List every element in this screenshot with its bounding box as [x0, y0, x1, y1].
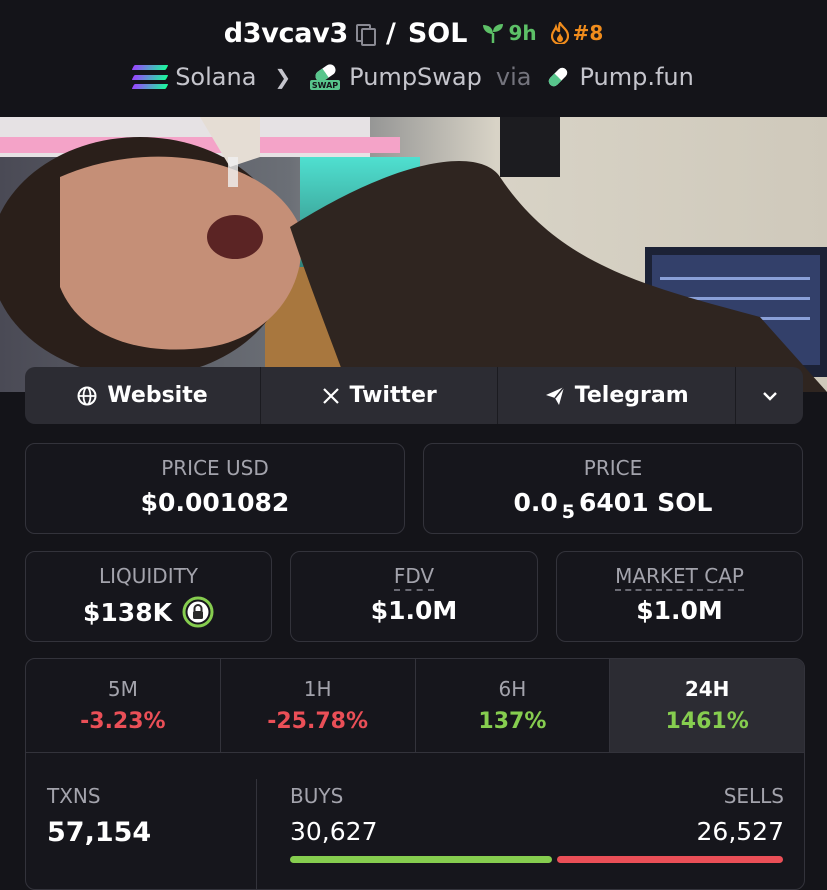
twitter-button[interactable]: Twitter [261, 367, 499, 424]
x-logo-icon [322, 387, 339, 404]
stats-panel: 5M -3.23% 1H -25.78% 6H 137% 24H 1461% T… [25, 658, 805, 890]
chevron-right-icon: ❯ [274, 65, 292, 89]
quote-symbol: SOL [407, 17, 468, 49]
lock-icon[interactable] [182, 596, 214, 628]
breadcrumb-chain[interactable]: Solana [175, 63, 256, 91]
breadcrumb-dex[interactable]: PumpSwap [349, 63, 482, 91]
pair-separator: / [385, 17, 396, 49]
liquidity-value-row: $138K [26, 596, 271, 628]
pumpswap-logo-icon: SWAP [310, 64, 341, 90]
tab-24h[interactable]: 24H 1461% [610, 659, 804, 752]
telegram-button[interactable]: Telegram [498, 367, 737, 424]
tab-1h[interactable]: 1H -25.78% [221, 659, 416, 752]
price-usd-label: PRICE USD [161, 456, 269, 480]
liquidity-value: $138K [83, 597, 172, 627]
price-native-label: PRICE [583, 456, 643, 480]
price-change: -3.23% [80, 709, 166, 734]
market-cap-card: MARKET CAP $1.0M [556, 551, 803, 642]
timeframe-label: 6H [498, 677, 527, 701]
sells-label: SELLS [723, 784, 784, 808]
solana-logo-icon [131, 65, 169, 89]
breadcrumb-via: via [495, 63, 532, 91]
buys-ratio-bar [290, 856, 552, 863]
timeframe-label: 24H [684, 677, 730, 701]
token-banner-image [0, 117, 827, 392]
twitter-label: Twitter [349, 383, 437, 408]
price-native-value: 0.0 5 6401 SOL [424, 488, 802, 523]
price-change: 1461% [665, 709, 749, 734]
website-button[interactable]: Website [25, 367, 262, 424]
price-native-digits: 6401 SOL [579, 488, 713, 517]
txns-value: 57,154 [47, 817, 152, 848]
price-usd-card: PRICE USD $0.001082 [25, 443, 405, 534]
fdv-value: $1.0M [370, 596, 458, 625]
chevron-down-icon [762, 391, 777, 401]
copy-icon[interactable] [355, 24, 376, 46]
social-links-bar: Website Twitter Telegram [25, 367, 803, 424]
globe-icon [77, 386, 97, 405]
svg-text:SWAP: SWAP [312, 81, 338, 90]
price-native-zero-count: 5 [561, 500, 576, 523]
price-change: 137% [478, 709, 547, 734]
sells-value: 26,527 [696, 817, 784, 846]
liquidity-card: LIQUIDITY $138K [25, 551, 272, 642]
tab-6h[interactable]: 6H 137% [416, 659, 611, 752]
breadcrumb: Solana ❯ SWAP PumpSwap via Pump.fun [0, 60, 827, 94]
timeframe-label: 1H [303, 677, 332, 701]
banner-photo [0, 117, 827, 392]
tab-5m[interactable]: 5M -3.23% [26, 659, 221, 752]
fdv-label[interactable]: FDV [393, 564, 435, 591]
stats-divider [256, 779, 257, 889]
sprout-icon [483, 24, 504, 43]
paper-plane-icon [545, 386, 565, 405]
pumpfun-logo-icon [549, 67, 568, 87]
telegram-label: Telegram [574, 383, 689, 408]
price-native-prefix: 0.0 [513, 488, 558, 517]
timeframe-tabs: 5M -3.23% 1H -25.78% 6H 137% 24H 1461% [26, 659, 804, 753]
trending-rank: #8 [572, 21, 604, 45]
price-change: -25.78% [267, 709, 368, 734]
price-usd-value: $0.001082 [140, 488, 290, 517]
pair-header: d3vcav3 / SOL 9h #8 Solana ❯ SWAP PumpSw… [0, 0, 827, 117]
website-label: Website [107, 383, 208, 408]
fdv-card: FDV $1.0M [290, 551, 538, 642]
more-links-dropdown[interactable] [736, 367, 803, 424]
buys-label: BUYS [290, 784, 344, 808]
pair-age-badge: 9h [481, 21, 537, 45]
sells-ratio-bar [557, 856, 783, 863]
market-cap-value: $1.0M [636, 596, 723, 625]
price-native-card: PRICE 0.0 5 6401 SOL [423, 443, 803, 534]
trending-rank-badge[interactable]: #8 [550, 21, 604, 45]
liquidity-label: LIQUIDITY [98, 564, 199, 588]
flame-icon [550, 22, 569, 44]
txns-label: TXNS [47, 784, 101, 808]
market-cap-label[interactable]: MARKET CAP [615, 564, 744, 591]
timeframe-label: 5M [107, 677, 138, 701]
pair-age: 9h [508, 21, 537, 45]
token-symbol: d3vcav3 [223, 17, 349, 49]
pair-title-row: d3vcav3 / SOL 9h #8 [0, 12, 827, 54]
breadcrumb-launchpad[interactable]: Pump.fun [579, 63, 693, 91]
buys-value: 30,627 [290, 817, 378, 846]
